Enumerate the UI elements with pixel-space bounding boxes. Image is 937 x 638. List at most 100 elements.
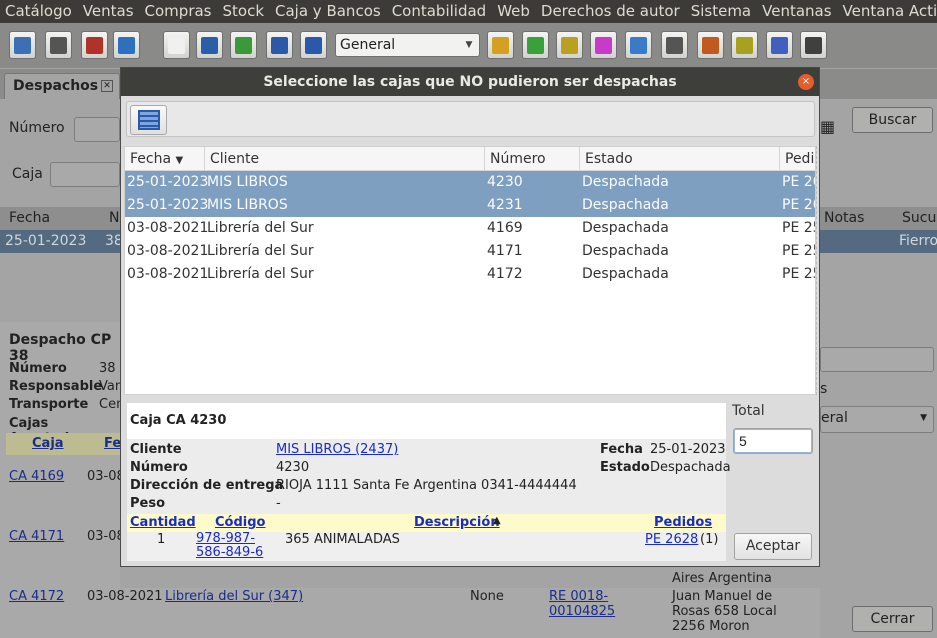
house-button[interactable] bbox=[697, 31, 724, 59]
col-fecha[interactable]: Fecha bbox=[9, 210, 50, 226]
check-button[interactable] bbox=[230, 31, 257, 59]
tag-button[interactable] bbox=[556, 31, 583, 59]
menu-item-9[interactable]: Ventanas bbox=[757, 0, 837, 23]
menu-bar: Catálogo Ventas Compras Stock Caja y Bancos C… bbox=[0, 0, 937, 23]
paperclip-icon bbox=[771, 36, 788, 54]
col-cliente[interactable]: Cliente bbox=[205, 147, 485, 171]
col-pedidos[interactable]: Pedidos bbox=[654, 515, 712, 530]
numero-label: Número bbox=[9, 120, 65, 136]
item-pedido-link[interactable]: PE 2628 bbox=[645, 532, 698, 547]
chevron-down-icon[interactable]: ▼ bbox=[459, 34, 479, 56]
caja-link-4171[interactable]: CA 4171 bbox=[9, 529, 64, 544]
col-caja[interactable]: Caja bbox=[32, 436, 64, 451]
numero-input[interactable] bbox=[74, 117, 120, 142]
address-partial-b: Aires Argentina bbox=[672, 571, 772, 586]
note-button[interactable] bbox=[731, 31, 758, 59]
cliente-link-4172[interactable]: Librería del Sur (347) bbox=[165, 589, 303, 604]
paperclip-button[interactable] bbox=[766, 31, 793, 59]
pencil-button[interactable] bbox=[590, 31, 617, 59]
cerrar-button[interactable]: Cerrar bbox=[852, 606, 933, 632]
list-alt-button[interactable] bbox=[300, 31, 327, 59]
cell-numero: 4171 bbox=[487, 243, 523, 259]
col-fe[interactable]: Fe bbox=[104, 436, 121, 451]
remito-link[interactable]: RE 0018-00104825 bbox=[549, 589, 619, 619]
caja-link-4172[interactable]: CA 4172 bbox=[9, 589, 64, 604]
estado-value: Despachada bbox=[650, 460, 731, 475]
tab-despachos[interactable]: Despachos ✕ bbox=[4, 73, 120, 99]
dialog-title: Seleccione las cajas que NO pudieron ser… bbox=[121, 68, 819, 96]
right-field[interactable] bbox=[820, 347, 934, 372]
direccion-value: RIOJA 1111 Santa Fe Argentina 0341-44444… bbox=[276, 478, 577, 493]
col-sucu[interactable]: Sucu bbox=[902, 210, 936, 226]
list-view-button[interactable] bbox=[130, 105, 167, 135]
book-icon bbox=[14, 36, 31, 54]
cell-estado: Despachada bbox=[582, 220, 669, 236]
close-tab-icon[interactable]: ✕ bbox=[101, 80, 113, 92]
close-icon[interactable]: × bbox=[798, 74, 814, 90]
menu-item-10[interactable]: Ventana Activa bbox=[838, 0, 937, 23]
col-pedido[interactable]: Pedido bbox=[780, 147, 815, 171]
table-row[interactable]: 03-08-2021 Librería del Sur 4169 Despachada… bbox=[125, 217, 815, 240]
col-n[interactable]: N bbox=[109, 210, 119, 226]
caja-input[interactable] bbox=[50, 162, 120, 187]
profile-combo[interactable]: General ▼ bbox=[335, 33, 480, 57]
table-row[interactable]: 25-01-2023MIS LIBROS 4230 Despachada PE 26 bbox=[125, 171, 815, 194]
accept-button[interactable]: Aceptar bbox=[734, 533, 812, 560]
printer-icon bbox=[666, 36, 683, 54]
note-icon bbox=[736, 36, 753, 54]
menu-item-0[interactable]: Catálogo bbox=[0, 0, 78, 23]
table-row[interactable]: 03-08-2021 Librería del Sur 4172 Despachada… bbox=[125, 263, 815, 286]
list-button[interactable] bbox=[266, 31, 293, 59]
cell-pedido: PE 25 bbox=[782, 243, 815, 259]
cell-pedido: PE 25 bbox=[782, 220, 815, 236]
truck-button[interactable] bbox=[81, 31, 108, 59]
fc-document-button[interactable] bbox=[113, 31, 140, 59]
col-descripcion[interactable]: Descripción bbox=[414, 515, 500, 530]
col-cantidad[interactable]: Cantidad bbox=[130, 515, 196, 530]
photo-icon bbox=[630, 36, 647, 54]
menu-item-8[interactable]: Sistema bbox=[686, 0, 757, 23]
menu-item-5[interactable]: Contabilidad bbox=[387, 0, 493, 23]
barcode-button[interactable] bbox=[45, 31, 72, 59]
item-codigo-link[interactable]: 978-987-586-849-6 bbox=[196, 532, 282, 560]
col-codigo[interactable]: Código bbox=[215, 515, 265, 530]
target-button[interactable] bbox=[522, 31, 549, 59]
printer-button[interactable] bbox=[661, 31, 688, 59]
cell-numero: 4231 bbox=[487, 197, 523, 213]
buscar-button[interactable]: Buscar bbox=[852, 107, 933, 133]
col-numero[interactable]: Número bbox=[485, 147, 580, 171]
right-label-s: s bbox=[820, 381, 828, 397]
chevron-down-icon[interactable]: ▼ bbox=[920, 413, 927, 423]
house-icon bbox=[702, 36, 719, 54]
menu-item-4[interactable]: Caja y Bancos bbox=[270, 0, 387, 23]
table-row[interactable]: 25-01-2023MIS LIBROS 4231 Despachada PE 26 bbox=[125, 194, 815, 217]
blank-page-button[interactable] bbox=[163, 31, 190, 59]
col-fecha[interactable]: Fecha ▼ bbox=[125, 147, 205, 171]
rings-button[interactable] bbox=[487, 31, 514, 59]
cell-fecha: 25-01-2023 bbox=[127, 174, 209, 190]
col-estado[interactable]: Estado bbox=[580, 147, 780, 171]
printer-alt-button[interactable] bbox=[800, 31, 827, 59]
book-button[interactable] bbox=[9, 31, 36, 59]
menu-item-2[interactable]: Compras bbox=[140, 0, 218, 23]
menu-item-3[interactable]: Stock bbox=[218, 0, 271, 23]
cell-fecha: 03-08-2021 bbox=[127, 243, 209, 259]
cell-fecha: 25-01-2023 bbox=[5, 233, 87, 249]
photo-button[interactable] bbox=[625, 31, 652, 59]
caja-link-4169[interactable]: CA 4169 bbox=[9, 469, 64, 484]
menu-item-6[interactable]: Web bbox=[492, 0, 536, 23]
cliente-label: Cliente bbox=[130, 442, 182, 457]
total-input[interactable] bbox=[733, 428, 813, 454]
table-row[interactable]: 03-08-2021 Librería del Sur 4171 Despachada… bbox=[125, 240, 815, 263]
cliente-link[interactable]: MIS LIBROS (2437) bbox=[276, 442, 398, 457]
fc-document-icon bbox=[118, 36, 135, 54]
calendar-icon[interactable]: ▦ bbox=[820, 117, 835, 136]
col-notas[interactable]: Notas bbox=[824, 210, 864, 226]
right-combo[interactable]: eral ▼ bbox=[820, 406, 934, 433]
menu-item-1[interactable]: Ventas bbox=[78, 0, 140, 23]
profile-combo-value: General bbox=[340, 37, 396, 53]
bucket-button[interactable] bbox=[196, 31, 223, 59]
blank-page-icon bbox=[168, 36, 185, 54]
menu-item-7[interactable]: Derechos de autor bbox=[536, 0, 686, 23]
cell-pedido: PE 26 bbox=[782, 174, 815, 190]
